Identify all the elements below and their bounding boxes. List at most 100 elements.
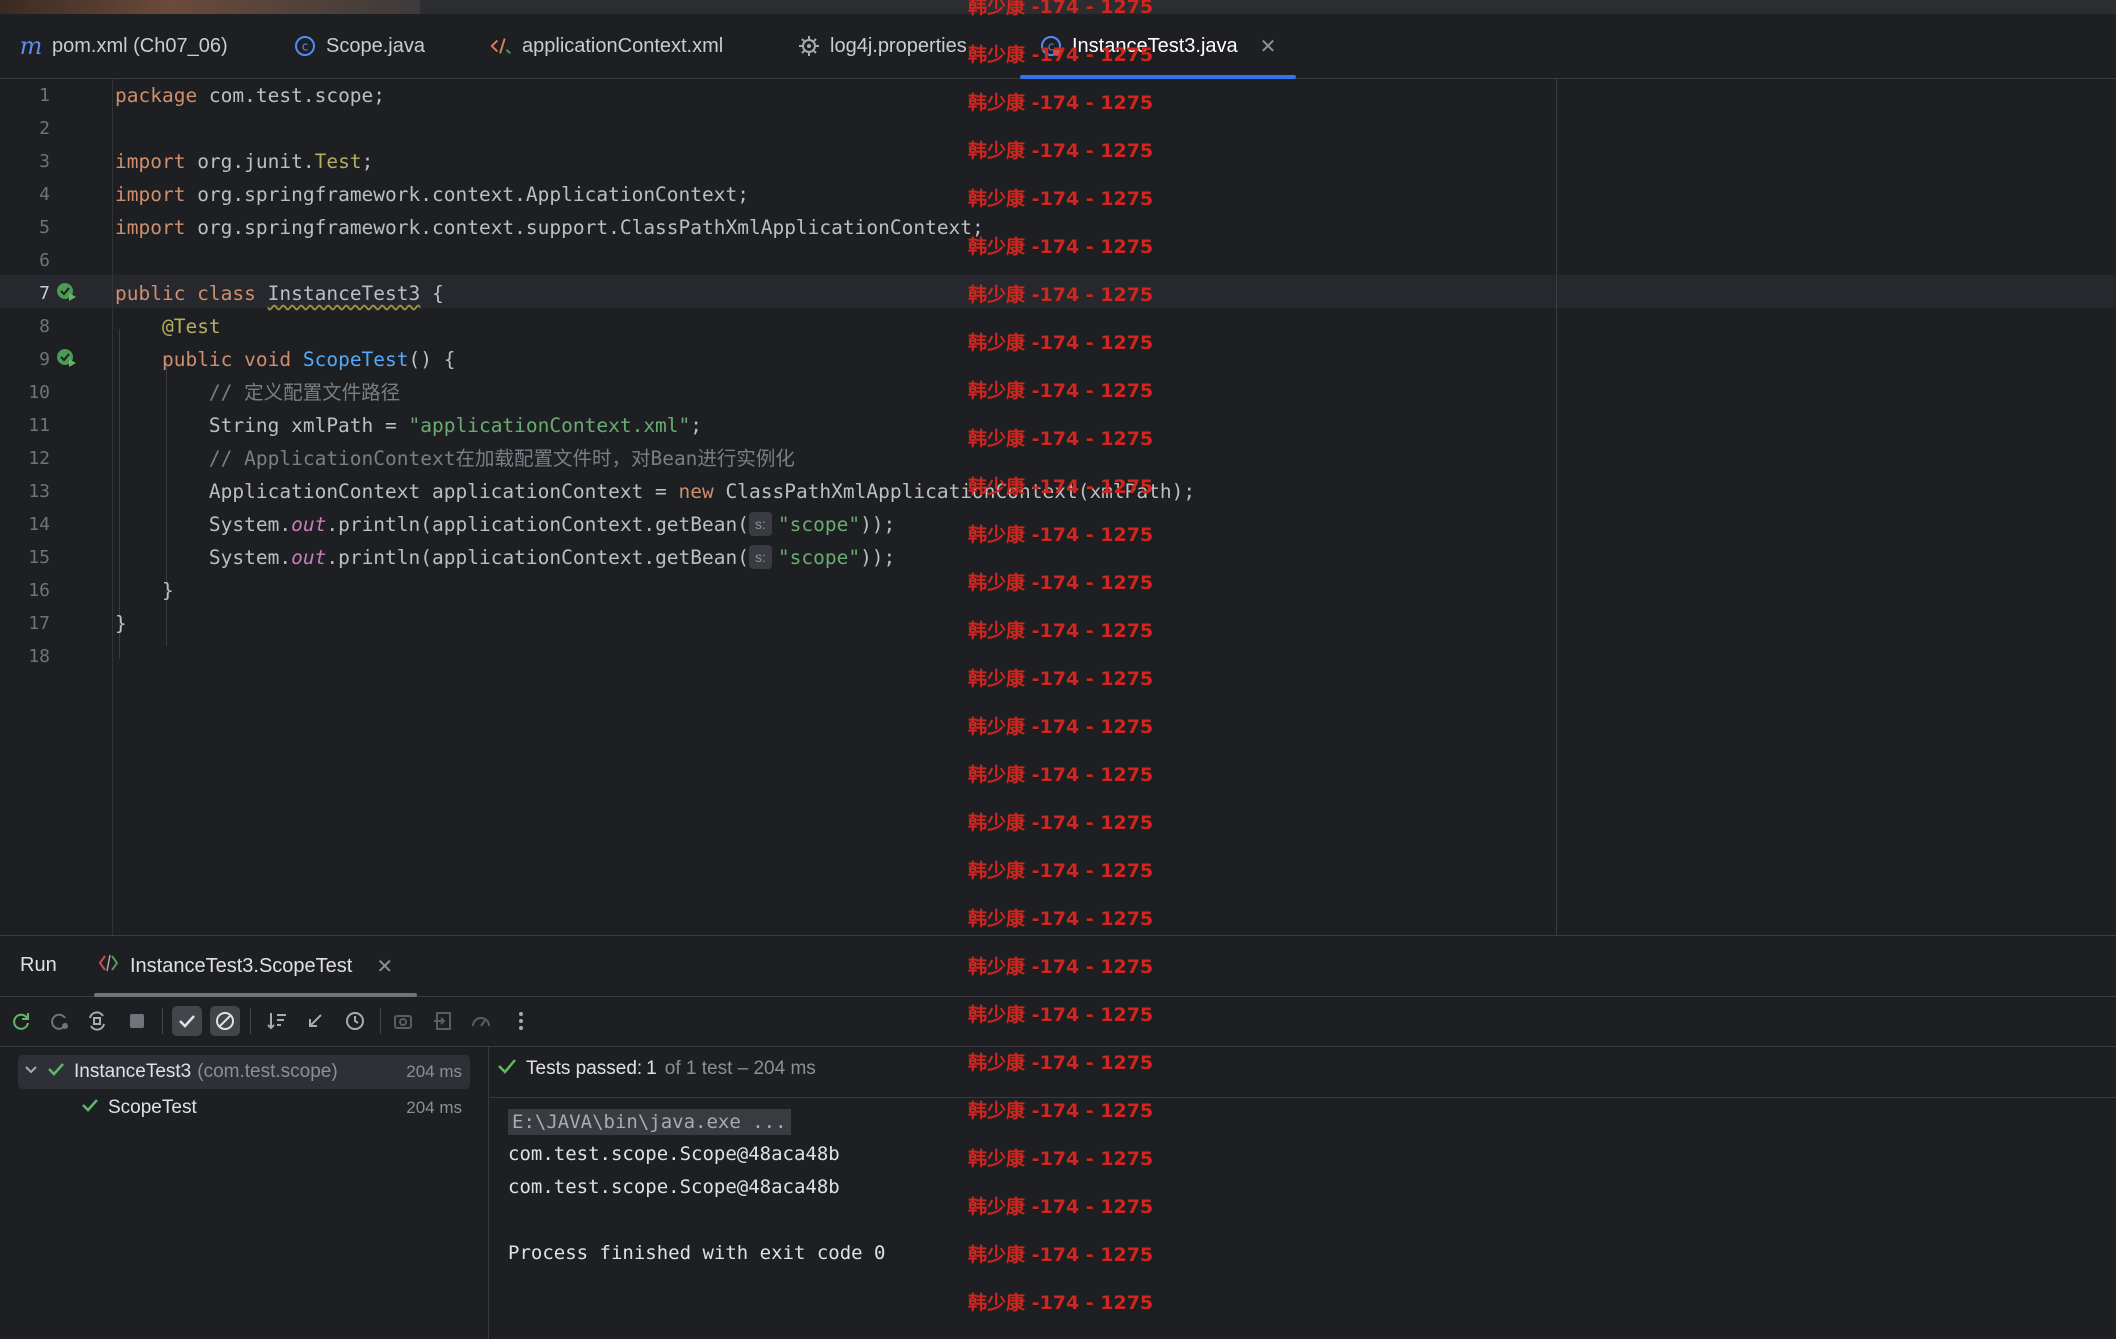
watermark-text: 韩少康 -174 - 1275 (968, 332, 1154, 354)
code-line-4: import org.springframework.context.Appli… (115, 178, 749, 211)
toolbar-separator (162, 1008, 163, 1034)
string-literal: "applicationContext.xml" (408, 414, 691, 437)
more-options-icon[interactable] (506, 1006, 536, 1036)
static-field: out (291, 546, 327, 569)
parameter-hint: s: (748, 545, 772, 569)
tab-log4j-properties[interactable]: log4j.properties (798, 14, 967, 78)
parameter-hint: s: (748, 512, 772, 536)
code-line-12: // ApplicationContext在加载配置文件时，对Bean进行实例化 (115, 442, 795, 475)
background-strip (0, 0, 420, 14)
keyword: import (115, 183, 186, 206)
chevron-down-icon[interactable] (24, 1061, 38, 1083)
keyword: new (678, 480, 714, 503)
tab-application-context-xml[interactable]: applicationContext.xml (490, 14, 723, 78)
comment: // ApplicationContext在加载配置文件时，对Bean进行实例化 (208, 447, 795, 470)
watermark-text: 韩少康 -174 - 1275 (968, 572, 1154, 594)
line-number: 2 (39, 118, 50, 139)
line-number: 9 (39, 349, 50, 370)
run-test-icon[interactable] (56, 281, 76, 301)
method-name: ScopeTest (302, 348, 409, 371)
command-line[interactable]: E:\JAVA\bin\java.exe ... (508, 1109, 791, 1135)
divider (490, 1097, 2116, 1098)
line-number: 12 (28, 448, 50, 469)
console-output[interactable]: Tests passed: 1 of 1 test – 204 ms E:\JA… (490, 1047, 2116, 1339)
passed-check-icon (496, 1055, 518, 1083)
run-config-tab[interactable]: InstanceTest3.ScopeTest ✕ (93, 936, 418, 997)
code-text: { (420, 282, 444, 305)
collapse-icon[interactable] (300, 1006, 330, 1036)
camera-icon[interactable] (388, 1006, 418, 1036)
line-number: 14 (28, 514, 50, 535)
close-icon[interactable]: ✕ (1260, 34, 1277, 59)
close-icon[interactable]: ✕ (376, 954, 393, 979)
watermark-text: 韩少康 -174 - 1275 (968, 1196, 1154, 1218)
tab-pom-xml[interactable]: m pom.xml (Ch07_06) (20, 14, 228, 78)
watermark-text: 韩少康 -174 - 1275 (968, 716, 1154, 738)
console-line: Process finished with exit code 0 (508, 1242, 886, 1264)
watermark-text: 韩少康 -174 - 1275 (968, 860, 1154, 882)
watermark-text: 韩少康 -174 - 1275 (968, 0, 1154, 18)
tree-item-instance-test3[interactable]: InstanceTest3 (com.test.scope) 204 ms (18, 1055, 470, 1089)
tab-label: Scope.java (326, 34, 425, 57)
svg-text:c: c (302, 40, 309, 54)
tree-item-scope-test[interactable]: ScopeTest 204 ms (18, 1091, 470, 1125)
run-test-icon[interactable] (56, 347, 76, 367)
class-name: InstanceTest3 (267, 282, 421, 305)
show-passed-icon[interactable] (172, 1006, 202, 1036)
code-line-8: @Test (115, 310, 221, 343)
code-text: org.springframework.context.ApplicationC… (185, 183, 749, 206)
comment: // 定义配置文件路径 (208, 381, 401, 404)
code-line-15: System.out.println(applicationContext.ge… (115, 541, 895, 574)
code-text: } (161, 579, 174, 602)
code-line-7: public class InstanceTest3 { (115, 277, 444, 310)
tab-label: log4j.properties (830, 34, 967, 57)
stop-icon[interactable] (122, 1006, 152, 1036)
test-duration: 204 ms (406, 1098, 462, 1117)
line-number: 18 (28, 646, 50, 667)
editor-gutter: 1 2 3 4 5 6 7 8 9 10 11 12 13 14 15 16 1… (0, 79, 113, 935)
status-passed-label: Tests passed: (526, 1058, 643, 1079)
code-line-5: import org.springframework.context.suppo… (115, 211, 984, 244)
show-ignored-icon[interactable] (210, 1006, 240, 1036)
test-package: (com.test.scope) (197, 1061, 338, 1082)
history-icon[interactable] (340, 1006, 370, 1036)
junit-icon (98, 953, 120, 979)
keyword: import (115, 216, 186, 239)
line-number: 4 (39, 184, 50, 205)
code-line-1: package com.test.scope; (115, 79, 385, 112)
watermark-text: 韩少康 -174 - 1275 (968, 1100, 1154, 1122)
line-number: 11 (28, 415, 50, 436)
code-text: .println(applicationContext.getBean( (326, 546, 749, 569)
tab-scope-java[interactable]: c Scope.java (294, 14, 425, 78)
code-line-14: System.out.println(applicationContext.ge… (115, 508, 895, 541)
test-results-tree: InstanceTest3 (com.test.scope) 204 ms Sc… (0, 1047, 489, 1339)
code-text: () { (408, 348, 456, 371)
line-number: 17 (28, 613, 50, 634)
run-tool-window: Run InstanceTest3.ScopeTest ✕ InstanceTe… (0, 935, 2116, 1339)
test-duration: 204 ms (406, 1062, 462, 1081)
console-line: com.test.scope.Scope@48aca48b (508, 1143, 840, 1165)
import-icon[interactable] (428, 1006, 458, 1036)
watermark-text: 韩少康 -174 - 1275 (968, 668, 1154, 690)
watermark-text: 韩少康 -174 - 1275 (968, 1004, 1154, 1026)
watermark-text: 韩少康 -174 - 1275 (968, 524, 1154, 546)
annotation-name: Test (314, 150, 362, 173)
static-field: out (291, 513, 327, 536)
toggle-auto-test-icon[interactable] (82, 1006, 112, 1036)
sort-icon[interactable] (262, 1006, 292, 1036)
coverage-icon[interactable] (466, 1006, 496, 1036)
code-line-16: } (115, 574, 174, 607)
watermark-text: 韩少康 -174 - 1275 (968, 188, 1154, 210)
rerun-failed-icon[interactable] (44, 1006, 74, 1036)
rerun-icon[interactable] (6, 1006, 36, 1036)
code-text: )); (860, 546, 896, 569)
line-number: 16 (28, 580, 50, 601)
line-number: 15 (28, 547, 50, 568)
line-number: 10 (28, 382, 50, 403)
line-number: 8 (39, 316, 50, 337)
test-class-name: InstanceTest3 (74, 1061, 192, 1082)
string-literal: "scope" (777, 513, 861, 536)
watermark-text: 韩少康 -174 - 1275 (968, 284, 1154, 306)
code-line-10: // 定义配置文件路径 (115, 376, 400, 409)
tab-label: applicationContext.xml (522, 34, 724, 57)
